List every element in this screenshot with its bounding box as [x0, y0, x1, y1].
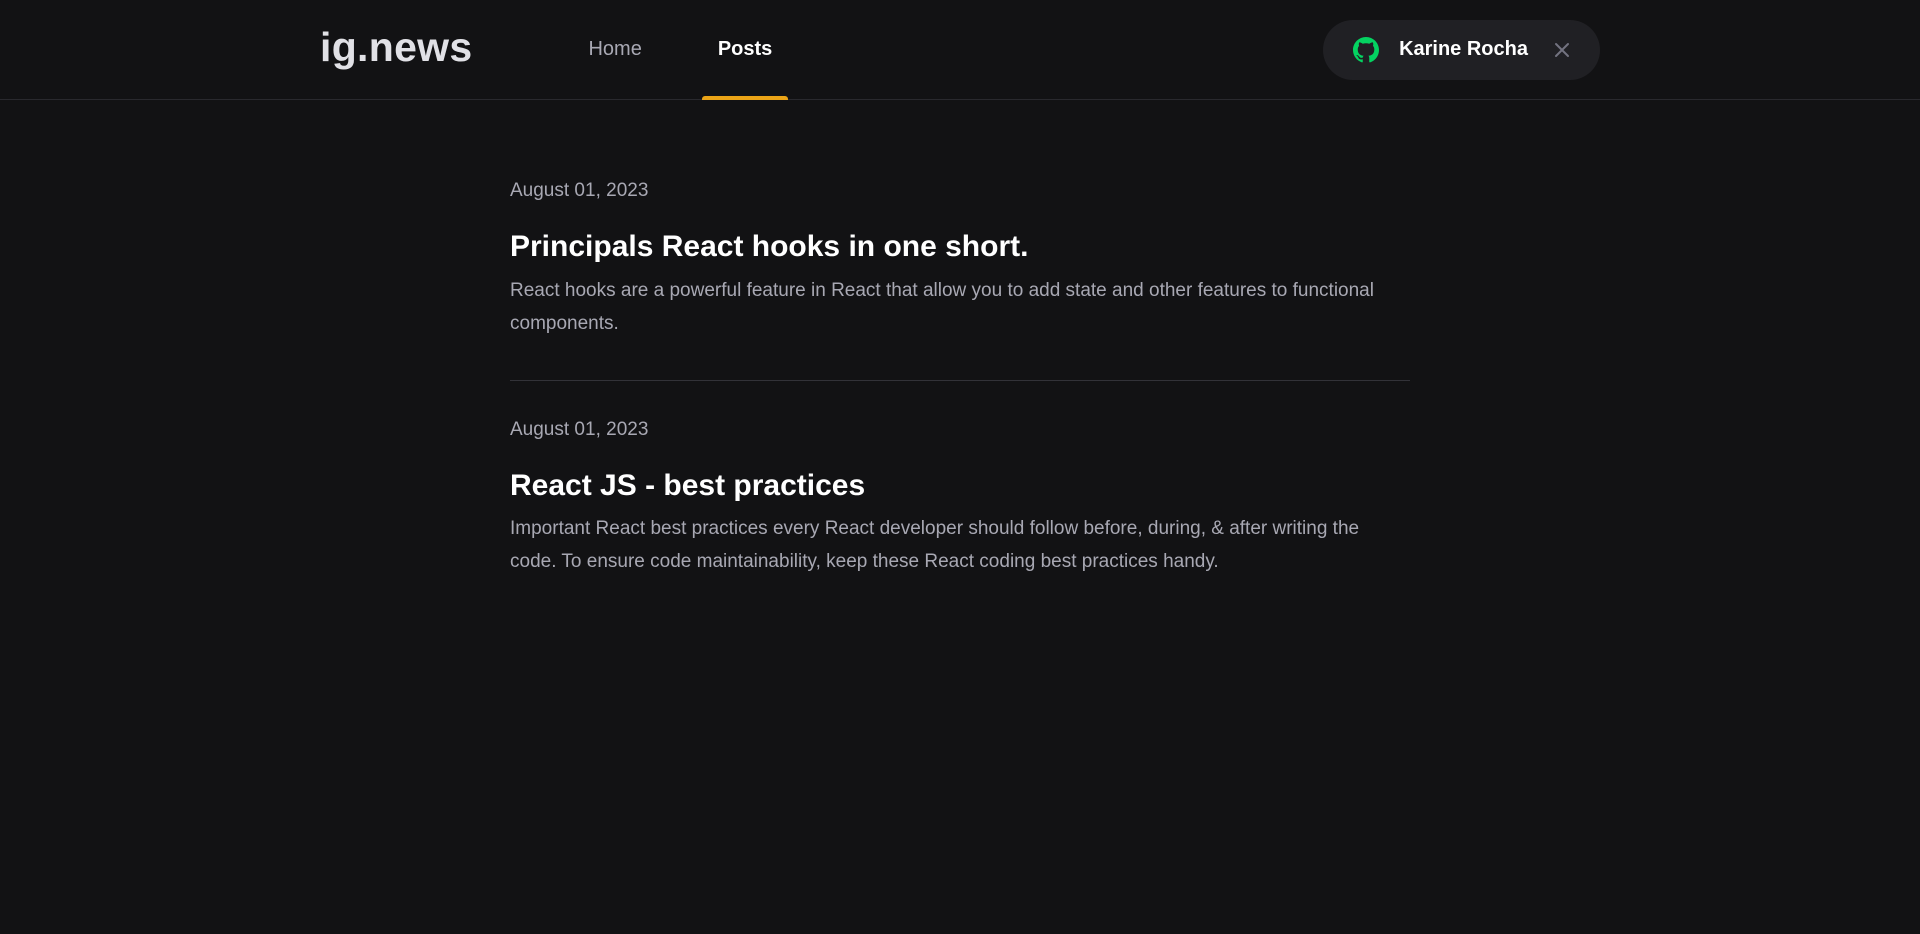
header-content: ig.news Home Posts Karine Rocha: [300, 0, 1620, 100]
post-item[interactable]: August 01, 2023 React JS - best practice…: [510, 379, 1410, 619]
user-name: Karine Rocha: [1399, 38, 1528, 60]
post-title[interactable]: Principals React hooks in one short.: [510, 228, 1410, 266]
post-title[interactable]: React JS - best practices: [510, 467, 1410, 505]
post-date: August 01, 2023: [510, 180, 649, 201]
post-excerpt: Important React best practices every Rea…: [510, 518, 1360, 572]
nav-link-home[interactable]: Home: [572, 0, 657, 99]
site-header: ig.news Home Posts Karine Rocha: [0, 0, 1920, 100]
post-item[interactable]: August 01, 2023 Principals React hooks i…: [510, 180, 1410, 380]
main-content: August 01, 2023 Principals React hooks i…: [0, 180, 1920, 618]
close-icon[interactable]: [1552, 40, 1572, 60]
signed-in-user-button[interactable]: Karine Rocha: [1323, 19, 1600, 80]
main-nav: Home Posts: [572, 0, 832, 100]
post-excerpt: React hooks are a powerful feature in Re…: [510, 279, 1374, 334]
post-date: August 01, 2023: [510, 418, 649, 440]
github-icon: [1353, 36, 1380, 63]
nav-link-posts[interactable]: Posts: [701, 0, 789, 100]
post-list: August 01, 2023 Principals React hooks i…: [510, 180, 1410, 618]
logo[interactable]: ig.news: [320, 24, 472, 71]
